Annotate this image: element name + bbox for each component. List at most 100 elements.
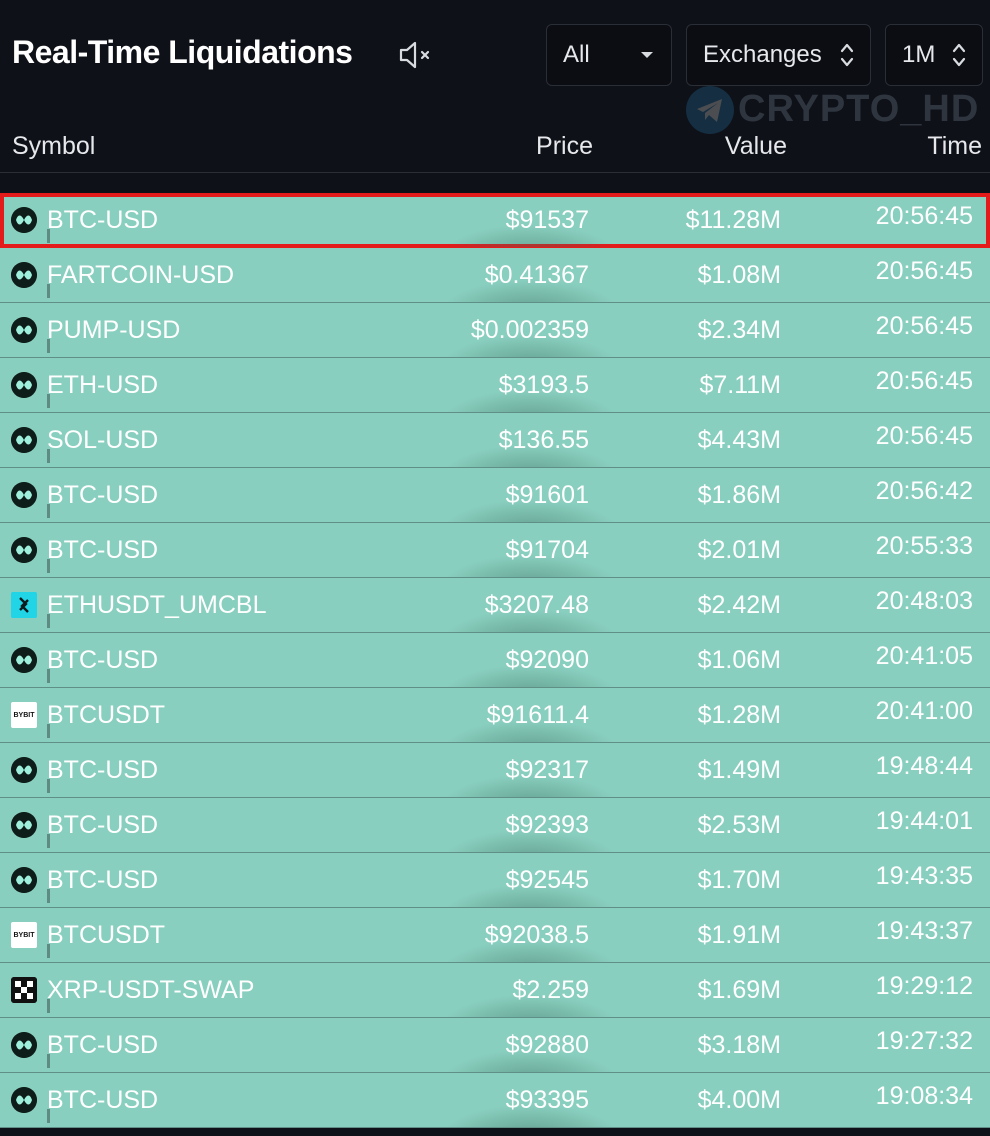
table-row[interactable]: ETHUSDT_UMCBL $3207.48 $2.42M 20:48:03 [0,578,990,633]
bitget-icon [11,592,37,618]
row-price: $136.55 [498,426,589,454]
timeframe-select[interactable]: 1M [885,24,983,86]
timeframe-label: 1M [902,41,936,68]
liquidations-list: BTC-USD $91537 $11.28M 20:56:45 FARTCOIN-USD… [0,193,990,1136]
row-symbol: ETH-USD [47,371,159,399]
row-price: $92317 [505,756,589,784]
row-price: $92038.5 [484,921,589,949]
table-row[interactable]: ETH-USD $3193.5 $7.11M 20:56:45 [0,358,990,413]
row-price: $92880 [505,1031,589,1059]
row-value: $2.01M [697,536,781,564]
header-divider [0,172,990,173]
table-row[interactable]: FARTCOIN-USD $0.41367 $1.08M 20:56:45 [0,248,990,303]
filter-all-dropdown[interactable]: All [546,24,672,86]
column-headers: Symbol Price Value Time [0,124,990,170]
table-row[interactable]: BTC-USD $93395 $4.00M 19:08:34 [0,1073,990,1128]
table-row-highlighted[interactable]: BTC-USD $91537 $11.28M 20:56:45 [0,193,990,249]
table-row[interactable]: BTC-USD $92317 $1.49M 19:48:44 [0,743,990,798]
filter-all-label: All [563,41,590,68]
table-row[interactable]: BTC-USD $91601 $1.86M 20:56:42 [0,468,990,523]
row-time: 20:56:45 [875,312,973,340]
hyperliquid-icon [11,482,37,508]
row-price: $91537 [505,206,589,234]
hyperliquid-icon [11,1087,37,1113]
row-value: $1.70M [697,866,781,894]
row-symbol: BTC-USD [47,811,159,839]
row-value: $1.69M [697,976,781,1004]
okx-icon [11,977,37,1003]
row-symbol: BTC-USD [47,866,159,894]
row-value: $2.34M [697,316,781,344]
row-value: $2.42M [697,591,781,619]
page-title: Real-Time Liquidations [12,34,353,70]
hyperliquid-icon [11,262,37,288]
row-price: $92545 [505,866,589,894]
row-value: $2.53M [697,811,781,839]
hyperliquid-icon [11,647,37,673]
row-symbol: BTC-USD [47,481,159,509]
bybit-icon: BYBIT [11,922,37,948]
row-price: $93395 [505,1086,589,1114]
row-price: $91611.4 [486,701,589,729]
hyperliquid-icon [11,867,37,893]
bybit-icon: BYBIT [11,702,37,728]
table-row[interactable]: BYBIT BTCUSDT $92038.5 $1.91M 19:43:37 [0,908,990,963]
row-value: $11.28M [685,206,781,234]
updown-chevron-icon [952,43,966,67]
hyperliquid-icon [11,372,37,398]
row-time: 20:41:00 [875,697,973,725]
row-time: 20:56:45 [875,202,973,230]
row-symbol: SOL-USD [47,426,159,454]
row-time: 20:56:45 [875,257,973,285]
column-price[interactable]: Price [536,132,593,161]
row-price: $3207.48 [484,591,589,619]
row-symbol: BTC-USD [47,1086,159,1114]
hyperliquid-icon [11,812,37,838]
mute-speaker-icon[interactable] [398,40,434,70]
row-symbol: FARTCOIN-USD [47,261,235,289]
updown-chevron-icon [840,43,854,67]
column-value[interactable]: Value [725,132,787,161]
row-time: 20:41:05 [875,642,973,670]
row-price: $2.259 [512,976,589,1004]
row-value: $1.28M [697,701,781,729]
row-time: 20:56:42 [875,477,973,505]
column-symbol[interactable]: Symbol [12,132,95,161]
row-price: $3193.5 [498,371,589,399]
hyperliquid-icon [11,1032,37,1058]
row-symbol: BTC-USD [47,536,159,564]
row-price: $92090 [505,646,589,674]
hyperliquid-icon [11,317,37,343]
row-time: 20:55:33 [875,532,973,560]
table-row[interactable]: BTC-USD $91704 $2.01M 20:55:33 [0,523,990,578]
table-row[interactable]: BTC-USD $92545 $1.70M 19:43:35 [0,853,990,908]
row-value: $4.00M [697,1086,781,1114]
table-row[interactable]: XRP-USDT-SWAP $2.259 $1.69M 19:29:12 [0,963,990,1018]
table-row[interactable]: BTC-USD $92393 $2.53M 19:44:01 [0,798,990,853]
row-time: 20:48:03 [875,587,973,615]
row-value: $1.06M [697,646,781,674]
column-time[interactable]: Time [927,132,982,161]
row-time: 20:56:45 [875,367,973,395]
table-row[interactable]: BYBIT BTCUSDT $91611.4 $1.28M 20:41:00 [0,688,990,743]
row-time: 20:56:45 [875,422,973,450]
row-symbol: BTC-USD [47,756,159,784]
hyperliquid-icon [11,427,37,453]
row-value: $1.86M [697,481,781,509]
row-time: 19:43:35 [875,862,973,890]
row-time: 19:44:01 [875,807,973,835]
table-row[interactable]: BTC-USD $92090 $1.06M 20:41:05 [0,633,990,688]
row-price: $91704 [505,536,589,564]
exchanges-select[interactable]: Exchanges [686,24,871,86]
row-time: 19:08:34 [875,1082,973,1110]
table-row[interactable]: BTC-USD $92880 $3.18M 19:27:32 [0,1018,990,1073]
table-row[interactable]: SOL-USD $136.55 $4.43M 20:56:45 [0,413,990,468]
row-symbol: XRP-USDT-SWAP [47,976,255,1004]
hyperliquid-icon [11,537,37,563]
row-price: $0.41367 [484,261,589,289]
row-value: $1.91M [697,921,781,949]
row-symbol: PUMP-USD [47,316,181,344]
table-row[interactable]: PUMP-USD $0.002359 $2.34M 20:56:45 [0,303,990,358]
row-symbol: BTCUSDT [47,921,166,949]
hyperliquid-icon [11,207,37,233]
